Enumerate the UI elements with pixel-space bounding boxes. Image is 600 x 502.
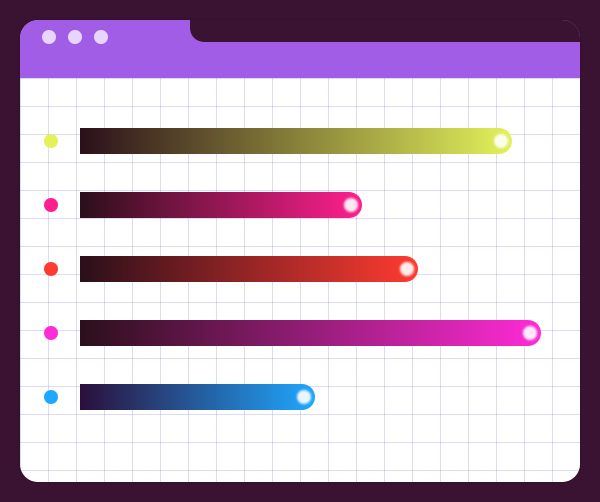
bar <box>80 192 362 218</box>
bar <box>80 320 541 346</box>
bar-row <box>50 128 550 154</box>
app-window <box>20 20 580 482</box>
bar-row <box>50 192 550 218</box>
bar-row <box>50 384 550 410</box>
bar <box>80 256 418 282</box>
window-control-dot[interactable] <box>94 30 108 44</box>
chart-area <box>20 78 580 482</box>
window-controls <box>42 30 108 44</box>
window-control-dot[interactable] <box>42 30 56 44</box>
series-bullet-icon <box>44 134 58 148</box>
series-bullet-icon <box>44 198 58 212</box>
series-bullet-icon <box>44 326 58 340</box>
series-bullet-icon <box>44 262 58 276</box>
titlebar <box>20 20 580 78</box>
series-bullet-icon <box>44 390 58 404</box>
window-control-dot[interactable] <box>68 30 82 44</box>
bar-row <box>50 320 550 346</box>
bar <box>80 128 512 154</box>
bar <box>80 384 315 410</box>
horizontal-bar-chart <box>50 128 550 452</box>
bar-row <box>50 256 550 282</box>
